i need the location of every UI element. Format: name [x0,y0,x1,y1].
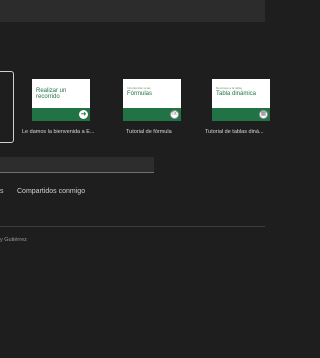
search-input[interactable] [0,157,154,173]
file-owner-text: y Gutiérrez [0,237,27,243]
template-card-formulas[interactable]: Introducción a las Fórmulas fx [123,79,181,121]
arrow-right-icon: ➜ [79,110,88,119]
tab-recent[interactable]: s [0,188,4,195]
function-icon: fx [170,110,179,119]
list-divider [0,226,265,227]
template-caption-pivot[interactable]: Tutorial de tablas diná... [205,129,264,135]
template-card-pivot[interactable]: Recursos a la tabla Tabla dinámica ▦ [212,79,270,121]
template-card-subtitle: Recursos a la tabla [216,86,242,90]
tab-shared-with-me[interactable]: Compartidos conmigo [17,188,85,195]
template-card-title: Tabla dinámica [216,91,257,97]
window-top-bar [0,0,265,22]
template-card-subtitle: Introducción a las [127,86,151,90]
template-card-tour[interactable]: Realizar un recorrido ➜ [32,79,90,121]
template-caption-formulas[interactable]: Tutorial de fórmula [126,129,172,135]
template-card-title: Fórmulas [127,91,153,97]
pivot-table-icon: ▦ [259,110,268,119]
template-card-title: Realizar un recorrido [36,88,67,100]
blank-workbook-template[interactable] [0,71,14,143]
template-caption-tour[interactable]: Le damos la bienvenida a E... [22,129,94,135]
